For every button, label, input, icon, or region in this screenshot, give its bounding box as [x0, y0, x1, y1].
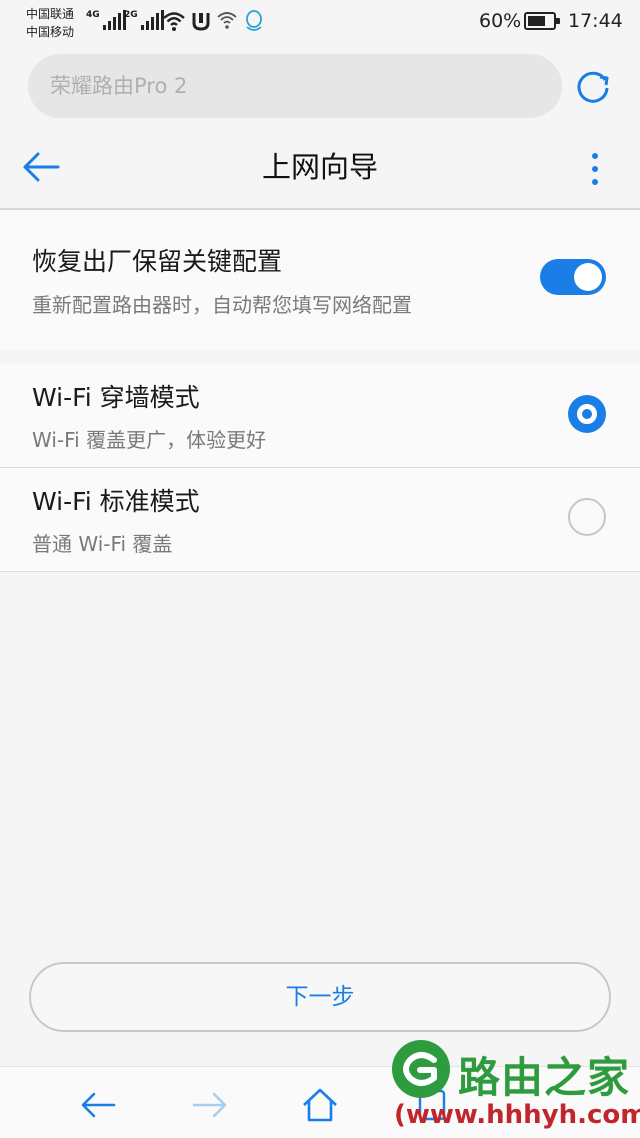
page-title: 上网向导 — [261, 150, 378, 184]
watermark-logo — [392, 1040, 450, 1098]
mode-subtitle: 普通 Wi-Fi 覆盖 — [32, 532, 173, 556]
restore-subtitle: 重新配置路由器时，自动帮您填写网络配置 — [32, 293, 412, 317]
restore-toggle[interactable] — [540, 259, 606, 295]
nav-forward-icon[interactable] — [190, 1085, 230, 1125]
more-vertical-icon[interactable] — [580, 150, 610, 190]
carrier-labels: 中国联通 中国移动 — [26, 5, 74, 41]
mode-option-wall-penetration[interactable]: Wi-Fi 穿墙模式 Wi-Fi 覆盖更广，体验更好 — [0, 364, 640, 467]
mode-title: Wi-Fi 穿墙模式 — [32, 383, 200, 412]
nav-home-icon[interactable] — [300, 1085, 340, 1125]
watermark-brand: 路由之家 — [458, 1053, 631, 1102]
wifi-mode-list: Wi-Fi 穿墙模式 Wi-Fi 覆盖更广，体验更好 Wi-Fi 标准模式 普通… — [0, 364, 640, 572]
restore-title: 恢复出厂保留关键配置 — [32, 247, 283, 276]
address-bar: 荣耀路由Pro 2 — [0, 44, 640, 126]
hotspot-icon — [217, 12, 237, 29]
toggle-knob — [574, 263, 602, 291]
watermark-url: (www.hhhyh.com) — [394, 1100, 640, 1130]
radio-selected[interactable] — [568, 395, 606, 433]
next-step-button[interactable]: 下一步 — [29, 962, 611, 1032]
title-bar: 上网向导 — [0, 126, 640, 208]
clock: 17:44 — [568, 10, 623, 32]
qq-icon — [246, 10, 262, 31]
refresh-icon[interactable] — [572, 66, 614, 108]
carrier-2: 中国移动 — [26, 25, 75, 39]
signal-2g-icon: 2G — [124, 10, 164, 30]
mode-option-standard[interactable]: Wi-Fi 标准模式 普通 Wi-Fi 覆盖 — [0, 468, 640, 571]
watermark: 路由之家 (www.hhhyh.com) — [388, 1038, 640, 1138]
mode-subtitle: Wi-Fi 覆盖更广，体验更好 — [32, 428, 267, 452]
status-bar: 中国联通 中国移动 4G 2G 60% 17:44 — [0, 0, 640, 44]
alarm-icon — [192, 13, 210, 31]
battery-icon — [524, 12, 560, 30]
restore-setting-card: 恢复出厂保留关键配置 重新配置路由器时，自动帮您填写网络配置 — [0, 210, 640, 350]
list-divider — [0, 571, 640, 572]
search-input[interactable]: 荣耀路由Pro 2 — [28, 54, 562, 118]
radio-unselected[interactable] — [568, 498, 606, 536]
carrier-1: 中国联通 — [26, 7, 75, 21]
nav-back-icon[interactable] — [78, 1085, 118, 1125]
battery-percent: 60% — [479, 10, 522, 32]
mode-title: Wi-Fi 标准模式 — [32, 487, 200, 516]
signal-4g-icon: 4G — [86, 10, 126, 30]
wifi-icon — [163, 12, 185, 31]
